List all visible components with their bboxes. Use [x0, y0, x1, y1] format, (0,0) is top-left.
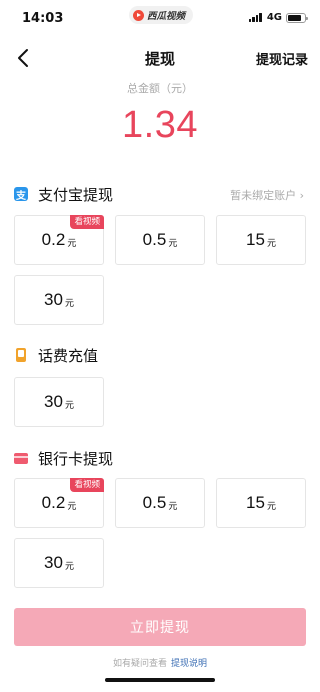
- total-amount-label: 总金额（元）: [127, 82, 193, 95]
- amount-unit: 元: [67, 238, 77, 249]
- amount-option[interactable]: 0.5 元: [115, 478, 205, 528]
- status-indicators: 4G: [248, 12, 308, 23]
- amount-value: 30: [44, 553, 63, 572]
- withdraw-record-link[interactable]: 提现记录: [256, 49, 308, 68]
- withdraw-now-button[interactable]: 立即提现: [14, 608, 306, 646]
- amount-option[interactable]: 15 元: [216, 215, 306, 265]
- amount-option[interactable]: 30 元: [14, 275, 104, 325]
- amount-unit: 元: [168, 238, 178, 249]
- help-text: 如有疑问查看: [112, 659, 167, 669]
- amount-unit: 元: [64, 298, 74, 309]
- home-indicator[interactable]: [105, 678, 215, 682]
- amount-option[interactable]: 15 元: [216, 478, 306, 528]
- phone-recharge-section-header: 话费充值: [14, 345, 306, 365]
- app-name: 西瓜视频: [147, 11, 186, 22]
- amount-unit: 元: [64, 400, 74, 411]
- battery-icon: [286, 12, 308, 23]
- amount-value: 15: [246, 230, 265, 249]
- bottom-bar: 立即提现 如有疑问查看 提现说明: [0, 592, 320, 692]
- back-button[interactable]: [12, 46, 36, 70]
- network-type: 4G: [266, 12, 282, 23]
- phone-icon: [16, 348, 26, 362]
- amount-option[interactable]: 0.2 元 看视频: [14, 478, 104, 528]
- bank-card-icon: [14, 452, 28, 464]
- watch-video-badge: 看视频: [70, 478, 104, 492]
- signal-icon: [248, 13, 263, 22]
- bind-account-link[interactable]: 暂未绑定账户 ›: [230, 187, 304, 203]
- amount-value: 0.5: [142, 230, 167, 249]
- amount-unit: 元: [266, 501, 276, 512]
- amount-value: 30: [44, 290, 63, 309]
- help-row: 如有疑问查看 提现说明: [0, 656, 320, 669]
- amount-unit: 元: [67, 501, 77, 512]
- section-title: 银行卡提现: [38, 449, 114, 468]
- amount-unit: 元: [64, 561, 74, 572]
- status-bar: 14:03 西瓜视频 4G: [0, 0, 320, 38]
- withdraw-help-link[interactable]: 提现说明: [171, 659, 207, 669]
- chevron-left-icon: [18, 49, 28, 67]
- alipay-icon: 支: [14, 187, 28, 202]
- nav-bar: 提现 提现记录: [0, 38, 320, 78]
- amount-value: 30: [44, 392, 63, 411]
- amount-value: 0.5: [142, 493, 167, 512]
- amount-value: 0.2: [41, 230, 66, 249]
- watch-video-badge: 看视频: [70, 215, 104, 229]
- amount-option[interactable]: 0.5 元: [115, 215, 205, 265]
- amount-value: 0.2: [41, 493, 66, 512]
- alipay-section-header: 支 支付宝提现 暂未绑定账户 ›: [14, 184, 306, 204]
- app-logo-icon: [133, 9, 144, 21]
- total-amount: 1.34: [122, 104, 198, 146]
- amount-unit: 元: [168, 501, 178, 512]
- bank-card-section-header: 银行卡提现: [14, 448, 306, 468]
- amount-unit: 元: [266, 238, 276, 249]
- amount-option[interactable]: 30 元: [14, 377, 104, 427]
- phone-icon-wrap: [14, 348, 28, 362]
- section-title: 支付宝提现: [38, 185, 114, 204]
- section-title: 话费充值: [38, 346, 99, 365]
- amount-value: 15: [246, 493, 265, 512]
- app-indicator[interactable]: 西瓜视频: [129, 6, 193, 24]
- status-time: 14:03: [22, 11, 64, 26]
- amount-option[interactable]: 30 元: [14, 538, 104, 588]
- amount-option[interactable]: 0.2 元 看视频: [14, 215, 104, 265]
- bank-card-icon-wrap: [14, 451, 28, 465]
